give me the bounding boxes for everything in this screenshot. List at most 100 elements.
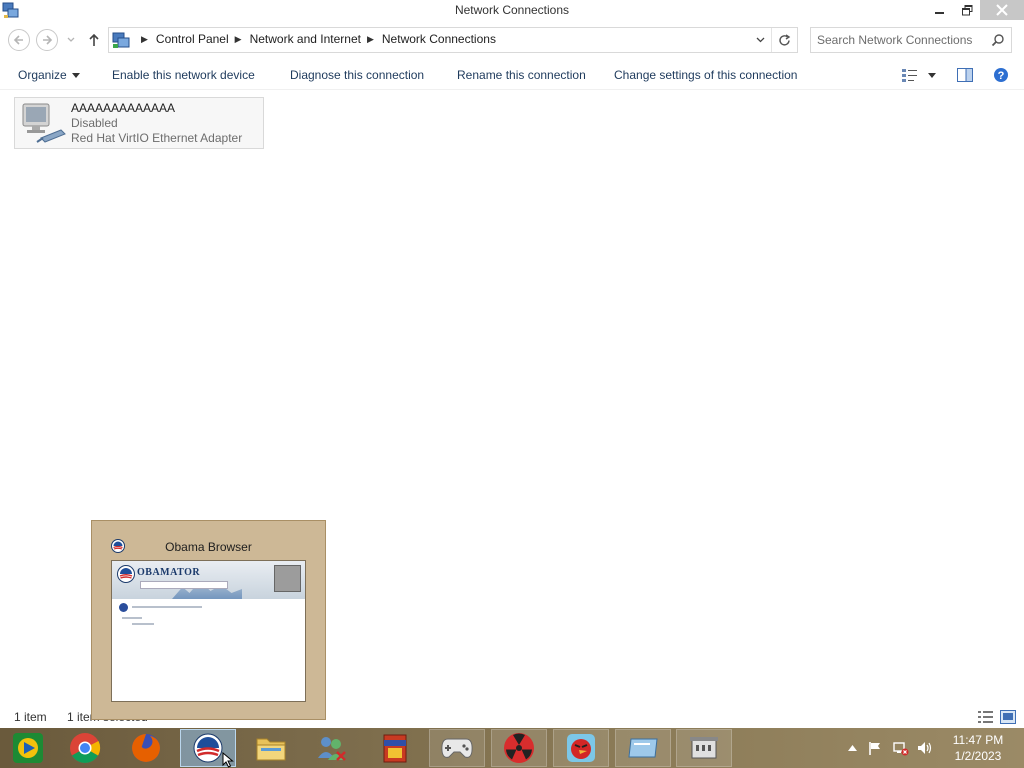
breadcrumb-network-connections[interactable]: Network Connections: [382, 32, 496, 46]
building-icon: [690, 737, 718, 759]
angry-birds-icon: [567, 734, 595, 762]
help-button[interactable]: ?: [992, 66, 1010, 84]
file-explorer-icon: [256, 738, 286, 761]
connection-adapter: Red Hat VirtIO Ethernet Adapter: [71, 131, 243, 145]
users-icon: [318, 737, 346, 761]
search-input[interactable]: [817, 32, 985, 48]
close-icon: [996, 4, 1008, 16]
media-player-icon: [13, 733, 43, 763]
breadcrumb-network-and-internet[interactable]: Network and Internet: [250, 32, 361, 46]
connection-details: AAAAAAAAAAAAA Disabled Red Hat VirtIO Et…: [71, 101, 242, 146]
network-disconnected-icon: [893, 741, 909, 755]
taskbar-radiation[interactable]: [491, 729, 547, 767]
preview-pane-icon: [957, 68, 973, 82]
taskbar-building[interactable]: [676, 729, 732, 767]
info-icon: [119, 603, 128, 612]
speaker-icon: [918, 742, 932, 754]
view-options-icon: [902, 69, 917, 82]
taskbar-gamepad[interactable]: [429, 729, 485, 767]
system-clock[interactable]: 11:47 PM 1/2/2023: [940, 732, 1016, 764]
chrome-icon: [70, 733, 101, 764]
restore-button[interactable]: [953, 0, 981, 20]
taskbar-users[interactable]: [303, 729, 359, 767]
volume-button[interactable]: [916, 728, 934, 768]
taskbar-firefox[interactable]: [118, 729, 174, 767]
text-line: [132, 623, 154, 625]
book-icon: [383, 734, 407, 763]
taskbar-thumbnail-preview[interactable]: Obama Browser OBAMATOR: [91, 520, 326, 720]
window-app-icon: [628, 738, 658, 758]
change-settings-button[interactable]: Change settings of this connection: [614, 68, 797, 82]
arrow-left-icon: [13, 35, 23, 45]
breadcrumb-separator-icon[interactable]: ▶: [367, 34, 374, 45]
clock-time: 11:47 PM: [952, 733, 1004, 747]
thumbnail-screenshot: OBAMATOR: [111, 560, 306, 702]
caret-down-icon: [71, 73, 80, 79]
diagnose-connection-button[interactable]: Diagnose this connection: [290, 68, 424, 82]
refresh-button[interactable]: [771, 28, 797, 52]
preview-pane-button[interactable]: [956, 66, 974, 84]
large-icons-view-icon[interactable]: [1000, 710, 1016, 724]
taskbar-angry-birds[interactable]: [553, 729, 609, 767]
taskbar-file-explorer[interactable]: [243, 729, 299, 767]
refresh-icon: [779, 33, 791, 46]
ethernet-adapter-icon: [22, 103, 66, 143]
obama-browser-icon: [193, 733, 223, 763]
thumbnail-title: Obama Browser: [165, 540, 252, 554]
taskbar: 11:47 PM 1/2/2023: [0, 728, 1024, 768]
caret-down-icon: [928, 72, 936, 78]
search-box[interactable]: [810, 27, 1012, 53]
text-line: [132, 606, 202, 608]
navigation-bar: ▶ Control Panel ▶ Network and Internet ▶…: [0, 26, 1024, 54]
rename-connection-button[interactable]: Rename this connection: [457, 68, 586, 82]
browser-url-bar: [140, 581, 228, 589]
control-panel-icon: [112, 32, 130, 48]
window-title: Network Connections: [454, 3, 570, 17]
command-bar: Organize Enable this network device Diag…: [0, 60, 1024, 90]
connection-status: Disabled: [71, 116, 118, 130]
up-button[interactable]: [84, 29, 104, 51]
breadcrumb-control-panel[interactable]: Control Panel: [156, 32, 229, 46]
browser-brand: OBAMATOR: [137, 567, 201, 578]
taskbar-chrome[interactable]: [57, 729, 113, 767]
connection-name: AAAAAAAAAAAAA: [71, 101, 176, 115]
recent-locations-button[interactable]: [62, 29, 80, 51]
change-view-button[interactable]: [902, 66, 918, 84]
view-dropdown-button[interactable]: [926, 66, 938, 84]
network-connection-item[interactable]: AAAAAAAAAAAAA Disabled Red Hat VirtIO Et…: [14, 97, 264, 149]
chevron-down-icon: [756, 37, 764, 43]
restore-icon: [961, 4, 972, 15]
network-status-button[interactable]: [892, 728, 910, 768]
clock-date: 1/2/2023: [954, 749, 1002, 763]
enable-device-button[interactable]: Enable this network device: [112, 68, 255, 82]
close-button[interactable]: [980, 0, 1024, 20]
arrow-right-icon: [43, 35, 53, 45]
search-icon[interactable]: [991, 33, 1005, 47]
breadcrumb-separator-icon: ▶: [141, 33, 148, 44]
organize-label: Organize: [18, 68, 67, 82]
minimize-button[interactable]: [926, 0, 954, 20]
svg-text:?: ?: [998, 70, 1005, 82]
details-view-icon[interactable]: [978, 710, 994, 724]
flag-icon: [869, 741, 880, 755]
gamepad-icon: [441, 738, 473, 758]
taskbar-window-app[interactable]: [615, 729, 671, 767]
show-hidden-icons-button[interactable]: [846, 728, 858, 768]
forward-button[interactable]: [36, 29, 58, 51]
address-history-button[interactable]: [753, 33, 767, 47]
organize-button[interactable]: Organize: [18, 68, 80, 82]
arrow-up-icon: [89, 33, 99, 46]
taskbar-book[interactable]: [367, 729, 423, 767]
firefox-icon: [132, 734, 160, 762]
back-button[interactable]: [8, 29, 30, 51]
item-count: 1 item: [14, 710, 47, 724]
title-bar: Network Connections: [0, 0, 1024, 22]
action-center-button[interactable]: [866, 728, 884, 768]
breadcrumb-separator-icon[interactable]: ▶: [235, 34, 242, 45]
chevron-up-icon: [847, 745, 857, 751]
mouse-pointer-icon: [222, 752, 234, 768]
taskbar-media-player[interactable]: [0, 729, 56, 767]
text-line: [122, 617, 142, 619]
help-icon: ?: [994, 68, 1008, 82]
address-bar[interactable]: ▶ Control Panel ▶ Network and Internet ▶…: [108, 27, 798, 53]
